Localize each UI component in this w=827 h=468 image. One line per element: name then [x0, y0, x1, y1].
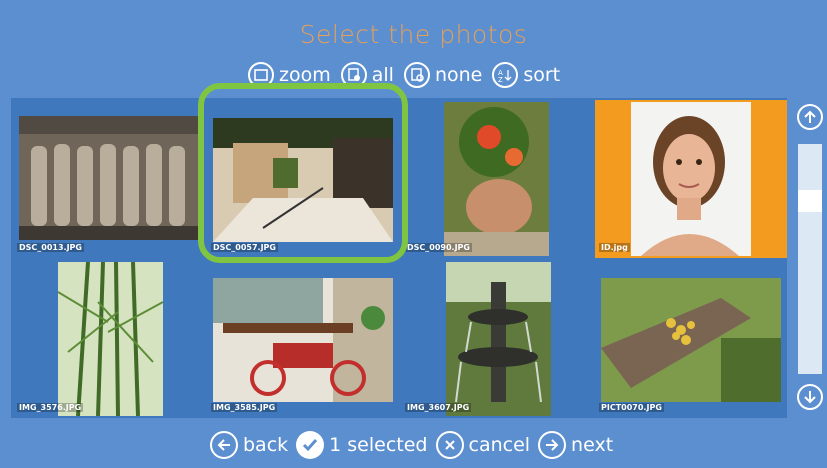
arrow-up-icon	[804, 110, 816, 123]
photo-filename: IMG_3576.JPG	[17, 403, 84, 412]
select-all-icon	[340, 62, 367, 88]
cancel-button[interactable]: cancel	[435, 431, 531, 459]
zoom-button[interactable]: zoom	[248, 62, 331, 88]
zoom-icon	[248, 62, 274, 88]
check-icon	[296, 431, 325, 459]
scroll-down-button[interactable]	[797, 384, 823, 410]
back-button[interactable]: back	[210, 431, 288, 459]
svg-text:Z: Z	[498, 76, 503, 82]
sort-button[interactable]: AZ sort	[492, 62, 560, 88]
photo-filename: DSC_0013.JPG	[17, 243, 84, 252]
cancel-label: cancel	[468, 434, 531, 456]
next-label: next	[571, 434, 614, 456]
scrollbar-track[interactable]	[798, 144, 822, 374]
select-none-icon	[403, 62, 430, 88]
photo-filename: ID.jpg	[599, 243, 630, 252]
photo-tile[interactable]: IMG_3585.JPG	[207, 260, 399, 418]
close-icon	[435, 431, 464, 459]
arrow-down-icon	[804, 391, 816, 404]
photo-thumbnail-icon	[631, 102, 751, 256]
selected-count: 1 selected	[296, 431, 428, 459]
photo-thumbnail-icon	[213, 118, 393, 242]
select-none-button[interactable]: none	[403, 62, 483, 88]
photo-tile[interactable]: DSC_0057.JPG	[207, 100, 399, 258]
photo-tile[interactable]: DSC_0090.JPG	[401, 100, 593, 258]
photo-filename: DSC_0057.JPG	[211, 243, 278, 252]
photo-thumbnail-icon	[19, 116, 199, 240]
photo-tile[interactable]: PICT0070.JPG	[595, 260, 787, 418]
photo-tile[interactable]: IMG_3607.JPG	[401, 260, 593, 418]
photo-tile[interactable]: IMG_3576.JPG	[13, 260, 205, 418]
photo-tile-selected[interactable]: ID.jpg	[595, 100, 787, 258]
photo-thumbnail-icon	[58, 262, 163, 416]
photo-thumbnail-icon	[444, 102, 549, 256]
photo-filename: IMG_3607.JPG	[405, 403, 472, 412]
sort-icon: AZ	[492, 62, 519, 88]
select-all-label: all	[371, 64, 394, 86]
photo-tile[interactable]: DSC_0013.JPG	[13, 100, 205, 258]
sort-label: sort	[523, 64, 561, 86]
photo-grid: DSC_0013.JPG DSC_0057.JPG DSC_0090.JPG I…	[11, 98, 787, 418]
toolbar: zoom all none AZ sort	[248, 57, 570, 93]
zoom-label: zoom	[279, 64, 331, 86]
next-button[interactable]: next	[538, 431, 613, 459]
photo-thumbnail-icon	[446, 262, 551, 416]
arrow-right-icon	[538, 431, 567, 459]
page-title: Select the photos	[299, 20, 528, 49]
arrow-left-icon	[210, 431, 238, 459]
photo-thumbnail-icon	[213, 278, 393, 402]
select-all-button[interactable]: all	[340, 62, 394, 88]
scrollbar-thumb[interactable]	[798, 190, 822, 212]
scroll-up-button[interactable]	[797, 104, 823, 130]
select-none-label: none	[434, 64, 483, 86]
photo-thumbnail-icon	[601, 278, 781, 402]
bottom-bar: back 1 selected cancel next	[210, 428, 621, 462]
selected-label: 1 selected	[329, 434, 428, 456]
photo-filename: PICT0070.JPG	[599, 403, 664, 412]
photo-filename: IMG_3585.JPG	[211, 403, 278, 412]
photo-filename: DSC_0090.JPG	[405, 243, 472, 252]
back-label: back	[243, 434, 289, 456]
